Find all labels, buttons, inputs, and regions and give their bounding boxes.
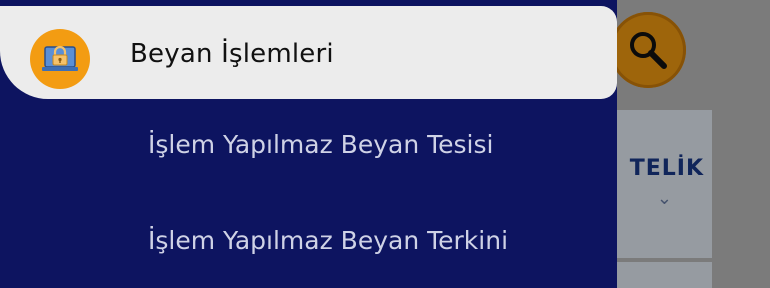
menu-item-islem-yapilmaz-beyan-terkini[interactable]: İşlem Yapılmaz Beyan Terkini (148, 226, 508, 255)
drawer-header-item[interactable]: Beyan İşlemleri (0, 6, 617, 99)
drawer-header-title: Beyan İşlemleri (130, 39, 334, 69)
lock-icon (30, 29, 90, 89)
screen: TELİK ⌄ Beyan İşlemleri İşlem Yapılmaz B… (0, 0, 770, 288)
navigation-drawer: Beyan İşlemleri İşlem Yapılmaz Beyan Tes… (0, 0, 617, 288)
menu-item-islem-yapilmaz-beyan-tesisi[interactable]: İşlem Yapılmaz Beyan Tesisi (148, 130, 493, 159)
